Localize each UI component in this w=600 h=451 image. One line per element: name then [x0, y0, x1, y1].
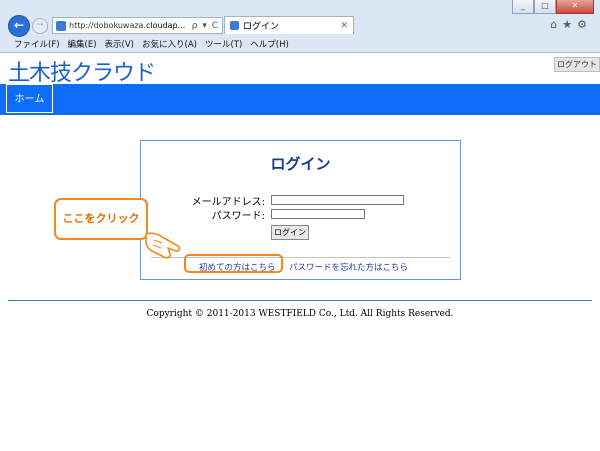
footer-divider — [8, 300, 592, 301]
address-bar[interactable]: http://dobokuwaza.cloudap... ρ ▾ C — [52, 17, 223, 34]
arrow-left-icon: ← — [13, 18, 25, 32]
browser-tab[interactable]: ログイン ✕ — [224, 16, 354, 34]
browser-toolbar-icons: ⌂★⚙ — [550, 18, 592, 31]
login-button[interactable]: ログイン — [271, 225, 309, 240]
maximize-button[interactable]: □ — [534, 0, 556, 14]
password-label: パスワード: — [211, 211, 265, 222]
copyright-text: Copyright © 2011-2013 WESTFIELD Co., Ltd… — [146, 309, 454, 319]
tab-title: ログイン — [243, 22, 280, 32]
forgot-password-link[interactable]: パスワードを忘れた方はこちら — [289, 261, 408, 273]
menu-bar: ファイル(F) 編集(E) 表示(V) お気に入り(A) ツール(T) ヘルプ(… — [0, 35, 600, 52]
site-navbar: ホーム — [0, 84, 600, 115]
tab-close-icon[interactable]: ✕ — [340, 21, 353, 31]
browser-chrome: _ □ ✕ ← → http://dobokuwaza.cloudap... ρ… — [0, 0, 600, 53]
menu-view[interactable]: 表示(V) — [105, 38, 134, 50]
first-time-link-highlight — [184, 254, 283, 273]
address-tools[interactable]: ρ ▾ C — [192, 21, 222, 31]
url-domain-text: cloudap... — [146, 21, 186, 30]
menu-favorites[interactable]: お気に入り(A) — [142, 38, 197, 50]
back-button[interactable]: ← — [8, 15, 30, 37]
nav-home-link[interactable]: ホーム — [6, 84, 53, 113]
password-field[interactable] — [271, 209, 365, 219]
tab-page-icon — [230, 21, 239, 30]
arrow-right-icon: → — [36, 20, 44, 30]
menu-edit[interactable]: 編集(E) — [68, 38, 97, 50]
forward-button[interactable]: → — [32, 18, 48, 34]
menu-file[interactable]: ファイル(F) — [14, 38, 60, 50]
menu-help[interactable]: ヘルプ(H) — [250, 38, 289, 50]
site-logo[interactable]: 土木技クラウド — [8, 55, 156, 87]
window-controls: _ □ ✕ — [512, 0, 594, 14]
menu-tools[interactable]: ツール(T) — [205, 38, 242, 50]
address-url[interactable]: http://dobokuwaza.cloudap... — [69, 21, 192, 30]
minimize-button[interactable]: _ — [512, 0, 534, 14]
email-label: メールアドレス: — [191, 197, 265, 208]
page-icon — [56, 20, 66, 31]
pointing-hand-icon — [145, 232, 181, 259]
click-here-callout: ここをクリック — [54, 198, 148, 240]
gear-icon[interactable]: ⚙ — [577, 18, 592, 31]
star-icon[interactable]: ★ — [562, 18, 577, 31]
close-window-button[interactable]: ✕ — [556, 0, 594, 14]
logout-button[interactable]: ログアウト — [554, 57, 600, 72]
url-text: http://dobokuwaza. — [69, 21, 146, 30]
login-title: ログイン — [270, 155, 331, 173]
home-icon[interactable]: ⌂ — [550, 18, 562, 31]
email-field[interactable] — [271, 195, 404, 205]
